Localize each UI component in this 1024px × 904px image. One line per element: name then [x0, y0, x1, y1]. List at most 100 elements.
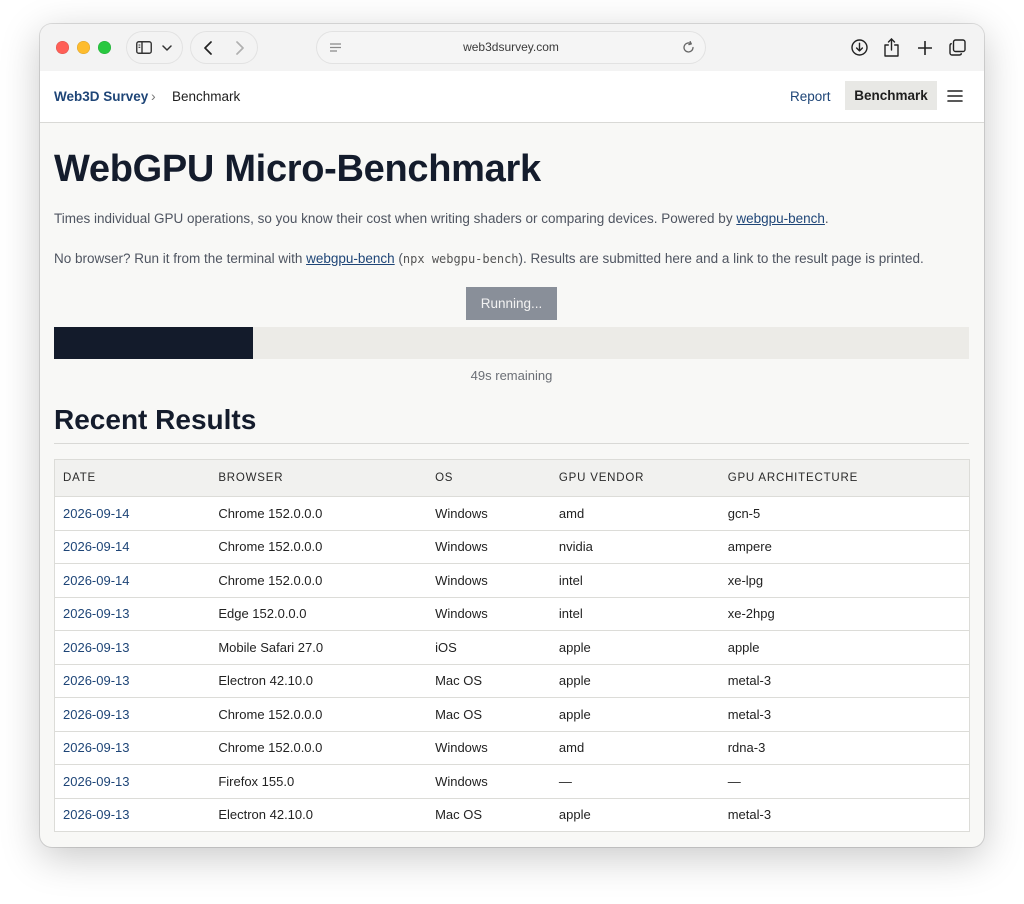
site-header: Web3D Survey › Benchmark Report Benchmar… [40, 71, 984, 123]
url-text[interactable]: web3dsurvey.com [317, 32, 705, 63]
date-link[interactable]: 2026-09-13 [54, 697, 211, 732]
nav-report-link[interactable]: Report [790, 71, 831, 122]
section-divider [54, 443, 969, 444]
gpu-vendor-cell: amd [550, 496, 720, 531]
close-window-button[interactable] [56, 41, 69, 54]
back-arrow-icon[interactable] [199, 39, 217, 56]
browser-cell: Chrome 152.0.0.0 [210, 496, 428, 531]
share-icon[interactable] [883, 37, 900, 57]
gpu-architecture-cell: metal-3 [719, 797, 970, 832]
os-cell: Mac OS [427, 797, 551, 832]
cli-note: No browser? Run it from the terminal wit… [54, 251, 924, 266]
table-row: 2026-09-13 Chrome 152.0.0.0 Mac OS apple… [54, 697, 970, 732]
table-header-row: Date Browser OS GPU Vendor GPU Architect… [54, 459, 970, 497]
browser-cell: Chrome 152.0.0.0 [210, 563, 428, 598]
download-icon[interactable] [850, 38, 869, 57]
hamburger-menu-icon[interactable] [947, 89, 963, 103]
breadcrumb-current: Benchmark [172, 89, 241, 104]
table-row: 2026-09-14 Chrome 152.0.0.0 Windows nvid… [54, 529, 970, 564]
browser-cell: Mobile Safari 27.0 [210, 630, 428, 665]
table-row: 2026-09-13 Firefox 155.0 Windows — — [54, 764, 970, 799]
intro-text: Times individual GPU operations, so you … [54, 211, 829, 226]
gpu-vendor-cell: apple [550, 663, 720, 698]
gpu-vendor-cell: apple [550, 697, 720, 732]
page-title: WebGPU Micro-Benchmark [54, 148, 541, 190]
date-link[interactable]: 2026-09-13 [54, 663, 211, 698]
table-row: 2026-09-13 Mobile Safari 27.0 iOS apple … [54, 630, 970, 665]
browser-cell: Electron 42.10.0 [210, 663, 428, 698]
gpu-architecture-cell: metal-3 [719, 697, 970, 732]
webgpu-bench-link[interactable]: webgpu-bench [736, 211, 825, 226]
browser-cell: Edge 152.0.0.0 [210, 596, 428, 631]
browser-cell: Electron 42.10.0 [210, 797, 428, 832]
os-cell: Windows [427, 596, 551, 631]
cli-note-suffix: ). Results are submitted here and a link… [518, 251, 924, 266]
browser-cell: Chrome 152.0.0.0 [210, 529, 428, 564]
gpu-architecture-cell: metal-3 [719, 663, 970, 698]
time-remaining: 49s remaining [470, 368, 553, 383]
date-link[interactable]: 2026-09-13 [54, 764, 211, 799]
plus-icon[interactable] [916, 39, 933, 56]
browser-cell: Chrome 152.0.0.0 [210, 730, 428, 765]
gpu-vendor-cell: apple [550, 797, 720, 832]
gpu-architecture-cell: ampere [719, 529, 970, 564]
date-link[interactable]: 2026-09-14 [54, 563, 211, 598]
gpu-architecture-cell: rdna-3 [719, 730, 970, 765]
date-link[interactable]: 2026-09-13 [54, 630, 211, 665]
gpu-vendor-cell: amd [550, 730, 720, 765]
gpu-architecture-cell: xe-2hpg [719, 596, 970, 631]
progress-bar-fill [54, 327, 254, 359]
column-header-browser: Browser [210, 459, 428, 497]
chevron-down-icon[interactable] [160, 39, 174, 56]
browser-cell: Firefox 155.0 [210, 764, 428, 799]
column-header-gpu-architecture: GPU Architecture [719, 459, 970, 497]
os-cell: Windows [427, 563, 551, 598]
intro-text-end: . [824, 211, 829, 226]
os-cell: Windows [427, 529, 551, 564]
gpu-vendor-cell: intel [550, 563, 720, 598]
nav-benchmark-link[interactable]: Benchmark [845, 81, 937, 110]
gpu-vendor-cell: — [550, 764, 720, 799]
browser-toolbar: web3dsurvey.com [40, 24, 984, 71]
sidebar-toggle-button[interactable] [127, 32, 182, 63]
zoom-window-button[interactable] [98, 41, 111, 54]
results-table: Date Browser OS GPU Vendor GPU Architect… [54, 459, 970, 832]
os-cell: Windows [427, 764, 551, 799]
os-cell: iOS [427, 630, 551, 665]
gpu-architecture-cell: — [719, 764, 970, 799]
forward-arrow-icon[interactable] [231, 39, 249, 56]
table-row: 2026-09-13 Edge 152.0.0.0 Windows intel … [54, 596, 970, 631]
date-link[interactable]: 2026-09-14 [54, 529, 211, 564]
reload-icon[interactable] [681, 40, 696, 55]
gpu-vendor-cell: nvidia [550, 529, 720, 564]
column-header-gpu-vendor: GPU Vendor [550, 459, 720, 497]
minimize-window-button[interactable] [77, 41, 90, 54]
table-row: 2026-09-14 Chrome 152.0.0.0 Windows amd … [54, 496, 970, 531]
table-row: 2026-09-14 Chrome 152.0.0.0 Windows inte… [54, 563, 970, 598]
table-row: 2026-09-13 Chrome 152.0.0.0 Windows amd … [54, 730, 970, 765]
table-row: 2026-09-13 Electron 42.10.0 Mac OS apple… [54, 663, 970, 698]
navigation-buttons [191, 32, 257, 63]
sidebar-icon [135, 39, 153, 56]
gpu-architecture-cell: gcn-5 [719, 496, 970, 531]
date-link[interactable]: 2026-09-13 [54, 797, 211, 832]
cli-webgpu-bench-link[interactable]: webgpu-bench [306, 251, 395, 266]
gpu-architecture-cell: apple [719, 630, 970, 665]
column-header-os: OS [427, 459, 551, 497]
intro-text-body: Times individual GPU operations, so you … [54, 211, 737, 226]
cli-note-prefix: No browser? Run it from the terminal wit… [54, 251, 307, 266]
run-benchmark-button[interactable]: Running... [466, 287, 557, 320]
browser-cell: Chrome 152.0.0.0 [210, 697, 428, 732]
table-row: 2026-09-13 Electron 42.10.0 Mac OS apple… [54, 797, 970, 832]
date-link[interactable]: 2026-09-13 [54, 730, 211, 765]
breadcrumb-separator-icon: › [151, 88, 156, 104]
os-cell: Windows [427, 496, 551, 531]
date-link[interactable]: 2026-09-13 [54, 596, 211, 631]
breadcrumb-home-link[interactable]: Web3D Survey [54, 71, 148, 122]
column-header-date: Date [54, 459, 211, 497]
date-link[interactable]: 2026-09-14 [54, 496, 211, 531]
address-bar[interactable]: web3dsurvey.com [317, 32, 705, 63]
browser-window: web3dsurvey.com Web3D Survey › Benchmark… [40, 24, 984, 847]
gpu-vendor-cell: intel [550, 596, 720, 631]
tabs-icon[interactable] [948, 38, 967, 57]
